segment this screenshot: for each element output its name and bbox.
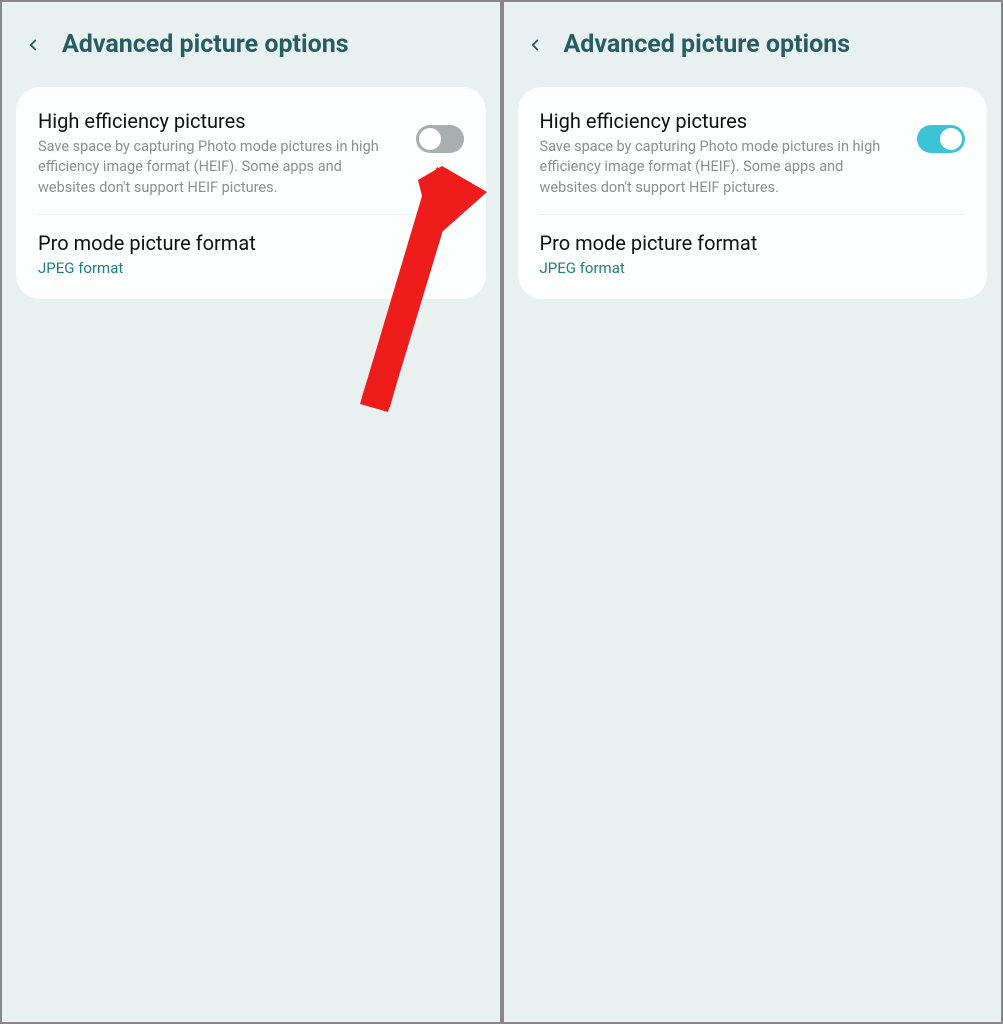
setting-description: Save space by capturing Photo mode pictu…	[540, 137, 904, 198]
setting-title: Pro mode picture format	[540, 231, 966, 255]
page-title: Advanced picture options	[564, 30, 851, 59]
toggle-knob	[419, 128, 441, 150]
setting-text: High efficiency pictures Save space by c…	[540, 109, 904, 198]
settings-card: High efficiency pictures Save space by c…	[518, 87, 988, 299]
setting-pro-mode[interactable]: Pro mode picture format JPEG format	[518, 215, 988, 293]
setting-title: Pro mode picture format	[38, 231, 464, 255]
heif-toggle[interactable]	[917, 125, 965, 153]
screen-right: Advanced picture options High efficiency…	[504, 2, 1002, 1022]
setting-description: Save space by capturing Photo mode pictu…	[38, 137, 402, 198]
heif-toggle[interactable]	[416, 125, 464, 153]
setting-high-efficiency[interactable]: High efficiency pictures Save space by c…	[16, 93, 486, 214]
screen-left: Advanced picture options High efficiency…	[2, 2, 500, 1022]
setting-high-efficiency[interactable]: High efficiency pictures Save space by c…	[518, 93, 988, 214]
setting-value: JPEG format	[540, 259, 966, 277]
setting-value: JPEG format	[38, 259, 464, 277]
setting-title: High efficiency pictures	[540, 109, 904, 133]
back-icon[interactable]	[524, 34, 546, 56]
setting-title: High efficiency pictures	[38, 109, 402, 133]
back-icon[interactable]	[22, 34, 44, 56]
setting-text: Pro mode picture format JPEG format	[38, 231, 464, 277]
setting-text: Pro mode picture format JPEG format	[540, 231, 966, 277]
header: Advanced picture options	[2, 2, 500, 79]
toggle-knob	[940, 128, 962, 150]
header: Advanced picture options	[504, 2, 1002, 79]
page-title: Advanced picture options	[62, 30, 349, 59]
settings-card: High efficiency pictures Save space by c…	[16, 87, 486, 299]
setting-text: High efficiency pictures Save space by c…	[38, 109, 402, 198]
setting-pro-mode[interactable]: Pro mode picture format JPEG format	[16, 215, 486, 293]
